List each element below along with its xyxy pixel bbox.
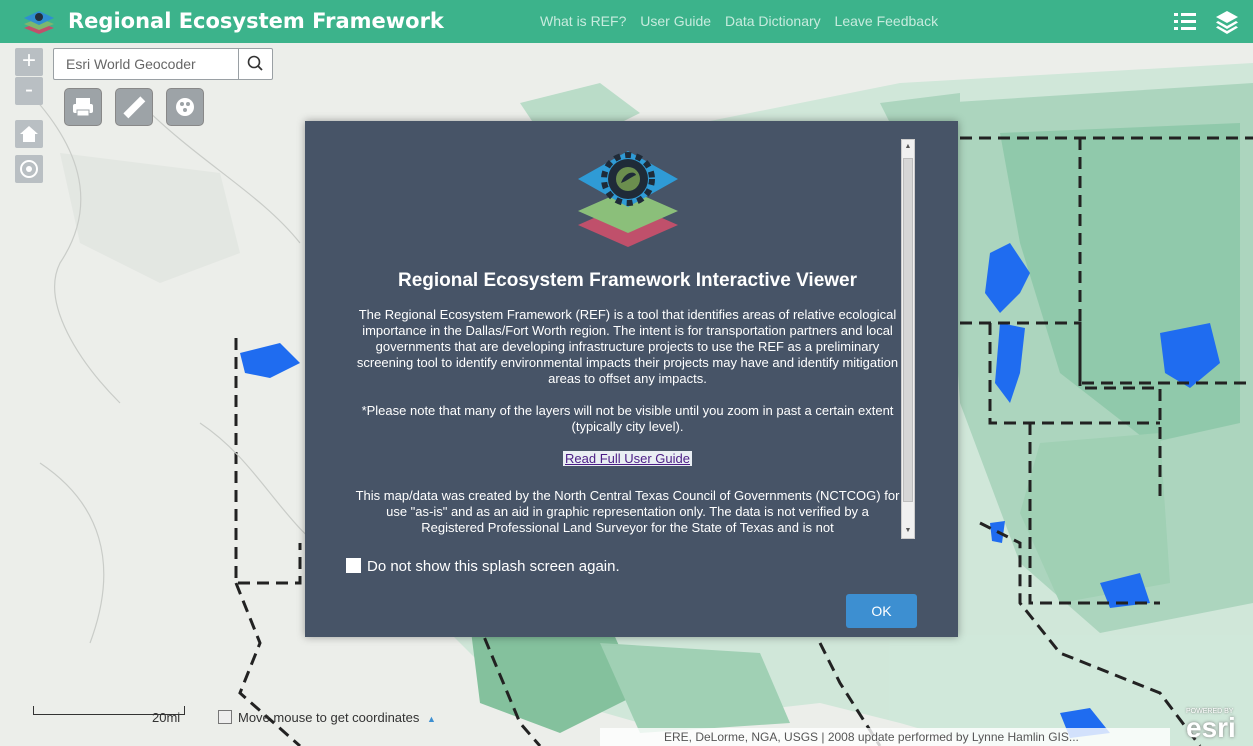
app-title: Regional Ecosystem Framework (68, 9, 444, 33)
home-icon (20, 126, 38, 142)
search-input[interactable] (54, 49, 240, 79)
search-button[interactable] (238, 49, 272, 79)
esri-brand-text: esri (1186, 712, 1236, 743)
search-icon (247, 55, 263, 71)
app-header: Regional Ecosystem Framework What is REF… (0, 0, 1253, 43)
scroll-down-icon[interactable]: ▼ (902, 524, 914, 538)
scroll-up-icon[interactable]: ▲ (902, 140, 914, 154)
splash-paragraph-disclaimer: This map/data was created by the North C… (355, 488, 900, 535)
nav-user-guide[interactable]: User Guide (640, 13, 711, 29)
read-user-guide-link[interactable]: Read Full User Guide (563, 451, 692, 466)
measure-button[interactable] (115, 88, 153, 126)
geocoder-search (53, 48, 273, 80)
scroll-thumb[interactable] (903, 158, 913, 502)
locate-button[interactable] (15, 155, 43, 183)
splash-title: Regional Ecosystem Framework Interactive… (397, 270, 857, 291)
dont-show-again-label: Do not show this splash screen again. (367, 558, 620, 575)
print-icon (73, 98, 93, 117)
ref-logo-icon (577, 151, 678, 247)
layer-list-icon[interactable] (1172, 9, 1198, 35)
scalebar-label: 20mi (152, 710, 181, 725)
nav-what-is-ref[interactable]: What is REF? (540, 13, 626, 29)
dont-show-again-row[interactable]: Do not show this splash screen again. (346, 558, 620, 575)
basemap-gallery-button[interactable] (166, 88, 204, 126)
splash-content[interactable]: Regional Ecosystem Framework Interactive… (355, 141, 900, 537)
zoom-in-button[interactable]: + (15, 48, 43, 76)
zoom-out-button[interactable]: - (15, 77, 43, 105)
map-attribution: ERE, DeLorme, NGA, USGS | 2008 update pe… (600, 728, 1170, 746)
print-button[interactable] (64, 88, 102, 126)
nav-data-dictionary[interactable]: Data Dictionary (725, 13, 821, 29)
splash-paragraph-intro: The Regional Ecosystem Framework (REF) i… (356, 307, 899, 386)
locate-icon (20, 160, 38, 178)
splash-paragraph-note: *Please note that many of the layers wil… (361, 403, 894, 434)
splash-scrollbar[interactable]: ▲ ▼ (901, 139, 915, 539)
measure-icon (123, 96, 146, 119)
nav-leave-feedback[interactable]: Leave Feedback (835, 13, 939, 29)
app-logo-icon (24, 11, 54, 34)
coordinates-widget[interactable]: Move mouse to get coordinates ▲ (218, 710, 436, 725)
header-nav: What is REF? User Guide Data Dictionary … (540, 13, 948, 29)
layers-icon[interactable] (1214, 9, 1240, 35)
coordinates-toggle-arrow[interactable]: ▲ (427, 714, 436, 724)
dont-show-again-checkbox[interactable] (346, 558, 361, 573)
basemap-gallery-icon (176, 98, 194, 116)
coordinates-text: Move mouse to get coordinates (238, 710, 420, 725)
esri-logo: POWERED BY esri (1186, 708, 1248, 744)
splash-dialog: Regional Ecosystem Framework Interactive… (305, 121, 958, 637)
ok-button[interactable]: OK (846, 594, 917, 628)
coordinate-icon (218, 710, 232, 724)
home-button[interactable] (15, 120, 43, 148)
